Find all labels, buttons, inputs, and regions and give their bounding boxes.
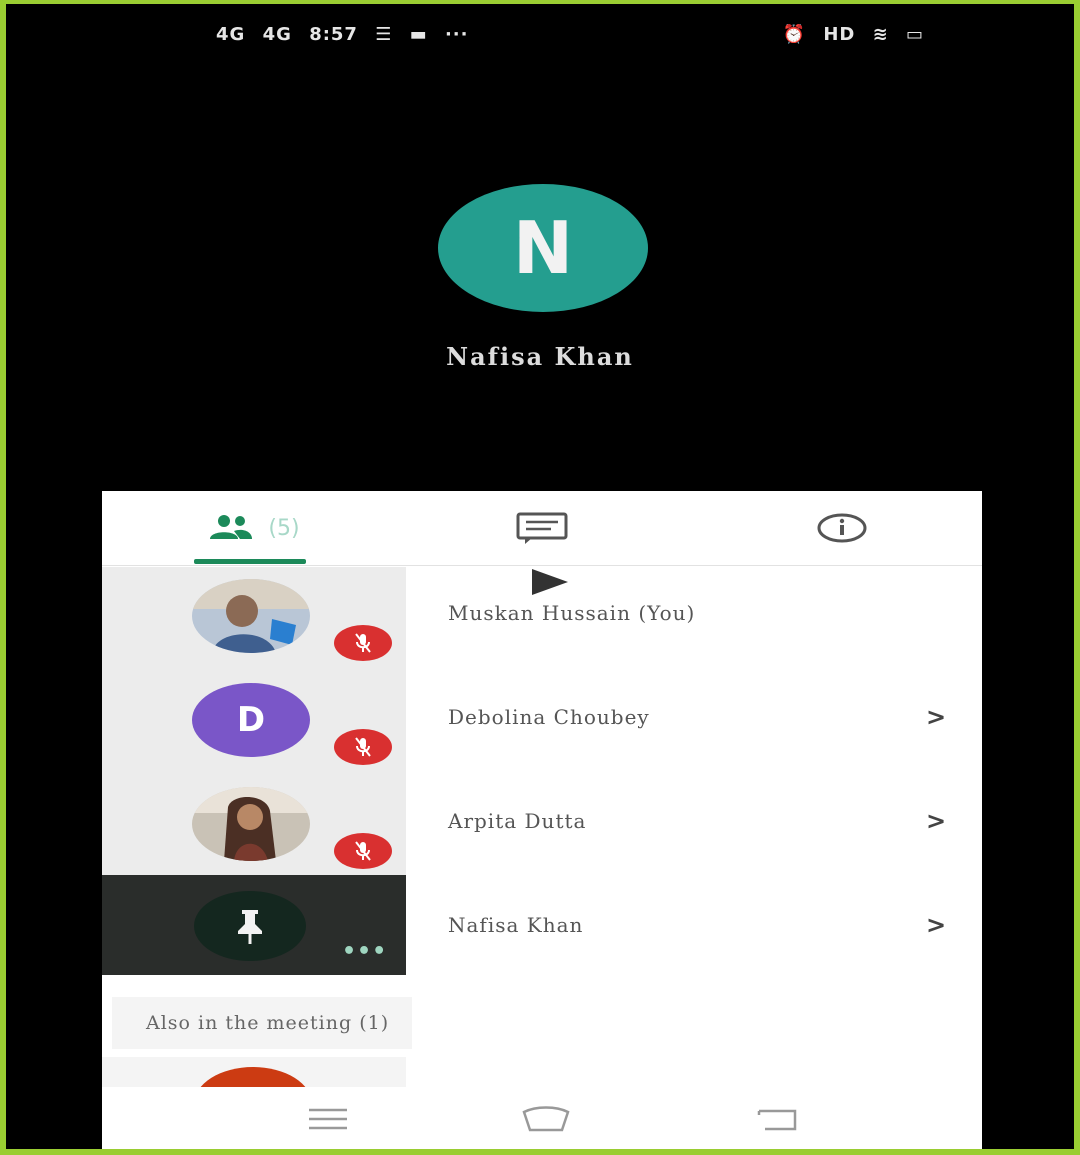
notification-icon: ☰ [375,24,393,45]
people-icon [210,515,253,539]
home-icon [522,1106,570,1132]
hd-icon: HD [823,24,856,45]
chevron-right-icon[interactable]: > [926,911,946,939]
avatar: D [192,683,310,757]
photo-avatar [192,787,310,861]
speaker-avatar: N [438,184,648,312]
mic-off-badge [334,625,392,661]
mic-off-icon [355,841,371,861]
clock-time: 8:57 [309,24,358,45]
avatar [192,579,310,653]
wifi-icon: ≋ [872,24,889,45]
signal-icon: 4G [216,24,246,45]
alarm-icon: ⏰ [782,24,807,45]
participant-row[interactable]: D Debolina Choubey > [102,671,982,775]
menu-icon [309,1108,347,1130]
participant-name: Nafisa Khan [448,913,584,937]
tab-info[interactable] [792,491,892,565]
speaker-name: Nafisa Khan [446,342,634,371]
menu-nav-button[interactable] [298,1101,358,1137]
call-screen: 4G 4G 8:57 ☰ ▬ ··· ⏰ HD ≋ ▭ N Nafisa Kha… [6,4,1074,1149]
more-notifications-icon: ··· [444,24,469,45]
participant-name: Arpita Dutta [448,809,587,833]
info-icon [817,513,867,543]
back-icon [757,1109,797,1131]
chevron-right-icon[interactable]: > [926,703,946,731]
home-nav-button[interactable] [516,1101,576,1137]
tab-chat[interactable] [492,491,592,565]
photo-avatar [192,579,310,653]
chat-icon [516,512,568,544]
participant-row[interactable]: Nafisa Khan > [102,879,982,983]
section-header: Also in the meeting (1) [112,997,412,1049]
participant-row[interactable]: Muskan Hussain (You) [102,567,982,671]
participant-name: Debolina Choubey [448,705,650,729]
participant-row[interactable]: Arpita Dutta > [102,775,982,879]
participants-panel: (5) Muskan Hussain (You) D Debolina Chou… [102,491,982,1149]
mic-off-badge [334,833,392,869]
mic-off-icon [355,633,371,653]
people-count: (5) [268,515,300,541]
status-left: 4G 4G 8:57 ☰ ▬ ··· [216,24,478,45]
mic-off-icon [355,737,371,757]
letter-avatar: D [192,683,310,757]
tab-bar: (5) [102,491,982,566]
chevron-right-icon[interactable]: > [926,807,946,835]
active-tab-indicator [194,559,306,564]
back-nav-button[interactable] [748,1101,808,1137]
status-bar: 4G 4G 8:57 ☰ ▬ ··· ⏰ HD ≋ ▭ [6,18,1074,54]
participant-name: Muskan Hussain (You) [448,601,696,625]
signal-icon: 4G [262,24,292,45]
status-right: ⏰ HD ≋ ▭ [783,24,934,45]
mic-off-badge [334,729,392,765]
video-icon: ▬ [409,24,428,45]
battery-icon: ▭ [905,24,924,45]
system-nav-bar [102,1087,982,1149]
avatar [192,787,310,861]
tab-people[interactable]: (5) [192,491,312,565]
